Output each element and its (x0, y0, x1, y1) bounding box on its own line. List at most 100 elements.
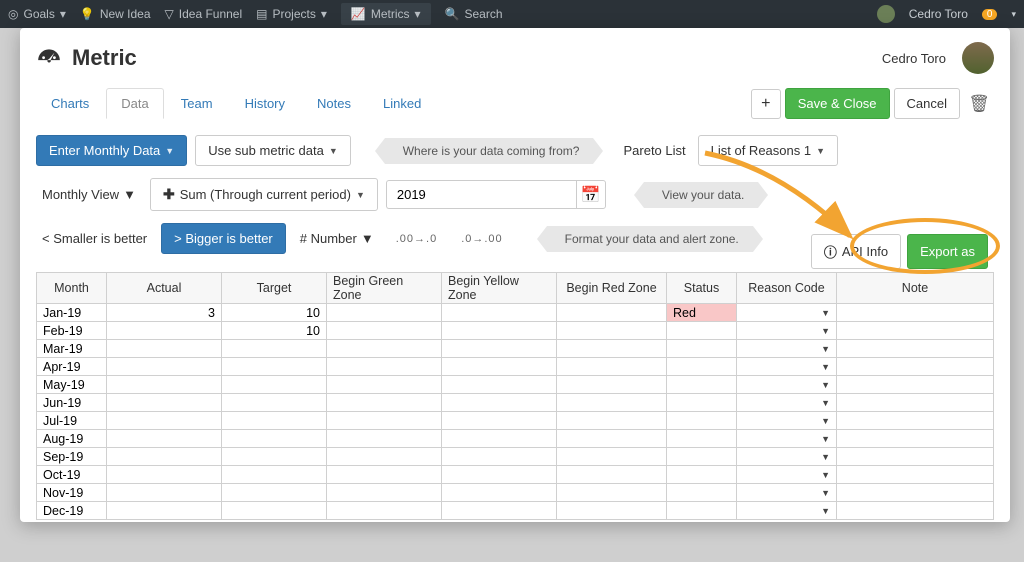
cell-note[interactable] (837, 466, 993, 483)
cell-reason[interactable]: ▼ (737, 430, 837, 447)
cell-month[interactable]: Sep-19 (37, 448, 107, 465)
table-row[interactable]: Apr-19 ▼ (37, 358, 993, 376)
nav-search[interactable]: 🔍 Search (445, 7, 503, 21)
cell-red[interactable] (557, 394, 667, 411)
cell-yellow[interactable] (442, 502, 557, 519)
cell-reason[interactable]: ▼ (737, 484, 837, 501)
cell-month[interactable]: Oct-19 (37, 466, 107, 483)
cell-note[interactable] (837, 502, 993, 519)
cell-month[interactable]: Feb-19 (37, 322, 107, 339)
tab-team[interactable]: Team (166, 88, 228, 119)
cell-month[interactable]: Jul-19 (37, 412, 107, 429)
tab-linked[interactable]: Linked (368, 88, 436, 119)
cell-yellow[interactable] (442, 376, 557, 393)
cell-target[interactable] (222, 376, 327, 393)
cell-actual[interactable]: 3 (107, 304, 222, 321)
nav-new-idea[interactable]: 💡 New Idea (80, 7, 151, 21)
cell-status[interactable] (667, 484, 737, 501)
api-info-button[interactable]: ⓘ API Info (811, 234, 901, 269)
cell-green[interactable] (327, 466, 442, 483)
nav-goals[interactable]: ◎ Goals ▾ (8, 7, 66, 21)
cell-yellow[interactable] (442, 448, 557, 465)
smaller-better-button[interactable]: < Smaller is better (36, 227, 153, 250)
cell-actual[interactable] (107, 412, 222, 429)
cell-target[interactable] (222, 466, 327, 483)
cell-red[interactable] (557, 430, 667, 447)
cell-yellow[interactable] (442, 466, 557, 483)
cell-status[interactable] (667, 448, 737, 465)
table-row[interactable]: Sep-19▼ (37, 448, 993, 466)
cell-green[interactable] (327, 376, 442, 393)
export-button[interactable]: Export as (907, 234, 988, 269)
cell-yellow[interactable] (442, 430, 557, 447)
cell-yellow[interactable] (442, 358, 557, 375)
cell-actual[interactable] (107, 340, 222, 357)
cell-month[interactable]: Nov-19 (37, 484, 107, 501)
cell-actual[interactable] (107, 430, 222, 447)
increase-decimals-button[interactable]: .0→.00 (453, 231, 510, 247)
tab-notes[interactable]: Notes (302, 88, 366, 119)
cell-month[interactable]: Apr-19 (37, 358, 107, 375)
cell-yellow[interactable] (442, 304, 557, 321)
cell-month[interactable]: Jan-19 (37, 304, 107, 321)
tab-history[interactable]: History (230, 88, 300, 119)
cell-status[interactable] (667, 358, 737, 375)
cell-target[interactable] (222, 502, 327, 519)
avatar[interactable] (962, 42, 994, 74)
cell-red[interactable] (557, 358, 667, 375)
cell-note[interactable] (837, 394, 993, 411)
tab-data[interactable]: Data (106, 88, 163, 119)
cell-yellow[interactable] (442, 412, 557, 429)
table-row[interactable]: May-19▼ (37, 376, 993, 394)
cell-reason[interactable]: ▼ (737, 394, 837, 411)
cell-green[interactable] (327, 448, 442, 465)
table-row[interactable]: Jun-19 ▼ (37, 394, 993, 412)
cell-status[interactable] (667, 394, 737, 411)
cell-reason[interactable]: ▼ (737, 322, 837, 339)
table-row[interactable]: Jan-19310Red▼ (37, 304, 993, 322)
cancel-button[interactable]: Cancel (894, 88, 960, 119)
cell-target[interactable] (222, 358, 327, 375)
nav-projects[interactable]: ▤ Projects ▾ (256, 7, 327, 21)
cell-month[interactable]: Dec-19 (37, 502, 107, 519)
aggregate-select[interactable]: ✚Sum (Through current period)▼ (150, 178, 378, 211)
cell-actual[interactable] (107, 448, 222, 465)
cell-actual[interactable] (107, 376, 222, 393)
table-row[interactable]: Aug-19▼ (37, 430, 993, 448)
reasons-select[interactable]: List of Reasons 1▼ (698, 135, 838, 166)
save-close-button[interactable]: Save & Close (785, 88, 890, 119)
nav-funnel[interactable]: ▽ Idea Funnel (165, 7, 243, 21)
cell-note[interactable] (837, 322, 993, 339)
table-row[interactable]: Dec-19 ▼ (37, 502, 993, 520)
cell-month[interactable]: Jun-19 (37, 394, 107, 411)
cell-yellow[interactable] (442, 484, 557, 501)
cell-status[interactable]: Red (667, 304, 737, 321)
cell-status[interactable] (667, 466, 737, 483)
cell-status[interactable] (667, 322, 737, 339)
cell-actual[interactable] (107, 502, 222, 519)
table-row[interactable]: Jul-19▼ (37, 412, 993, 430)
cell-red[interactable] (557, 466, 667, 483)
cell-reason[interactable]: ▼ (737, 340, 837, 357)
cell-reason[interactable]: ▼ (737, 502, 837, 519)
cell-green[interactable] (327, 430, 442, 447)
cell-yellow[interactable] (442, 322, 557, 339)
cell-reason[interactable]: ▼ (737, 358, 837, 375)
delete-button[interactable]: 🗑 (964, 89, 994, 119)
cell-note[interactable] (837, 340, 993, 357)
cell-reason[interactable]: ▼ (737, 304, 837, 321)
cell-green[interactable] (327, 322, 442, 339)
cell-note[interactable] (837, 448, 993, 465)
cell-green[interactable] (327, 340, 442, 357)
table-row[interactable]: Mar-19▼ (37, 340, 993, 358)
cell-target[interactable] (222, 484, 327, 501)
cell-actual[interactable] (107, 394, 222, 411)
cell-actual[interactable] (107, 466, 222, 483)
cell-note[interactable] (837, 304, 993, 321)
cell-red[interactable] (557, 502, 667, 519)
cell-yellow[interactable] (442, 340, 557, 357)
add-button[interactable]: + (751, 89, 781, 119)
cell-month[interactable]: May-19 (37, 376, 107, 393)
cell-target[interactable] (222, 448, 327, 465)
bigger-better-button[interactable]: > Bigger is better (161, 223, 286, 254)
